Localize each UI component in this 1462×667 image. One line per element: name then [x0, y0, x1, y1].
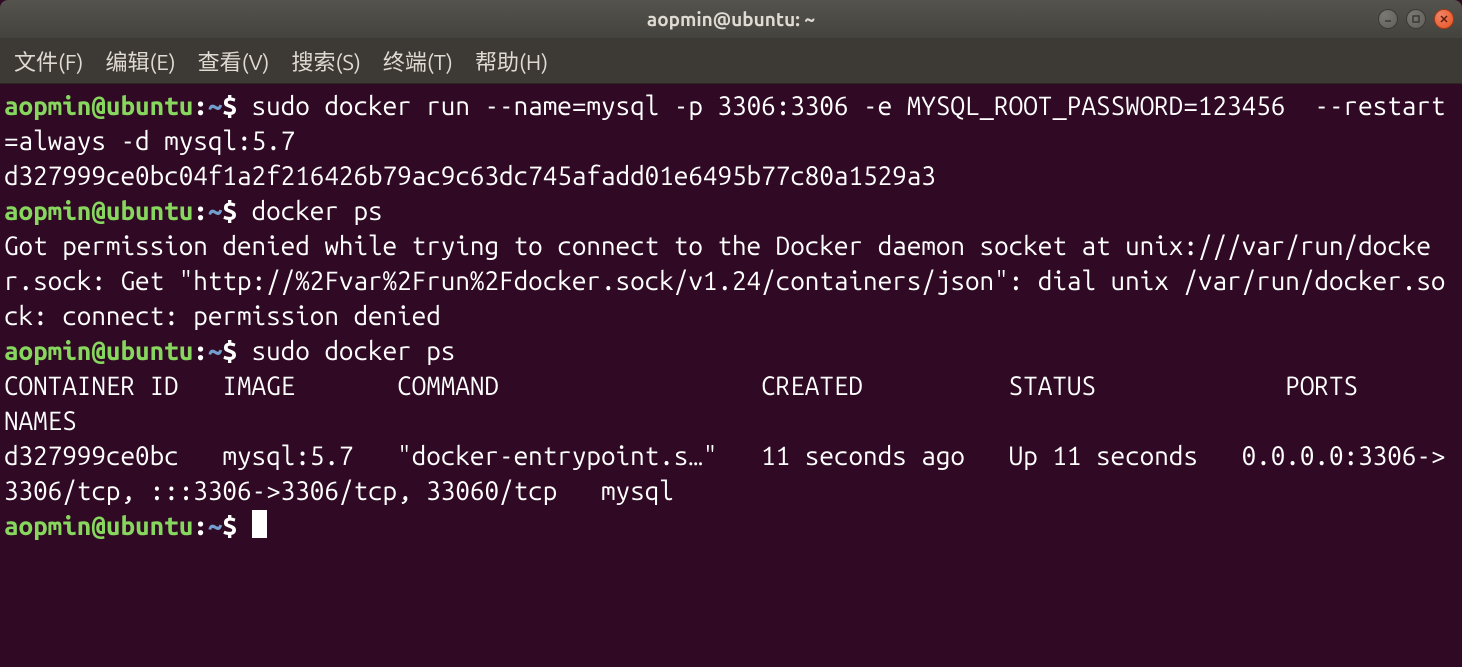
- menu-terminal[interactable]: 终端(T): [383, 45, 453, 77]
- output-table-header: CONTAINER ID IMAGE COMMAND CREATED STATU…: [4, 371, 1462, 435]
- minimize-button[interactable]: [1378, 9, 1398, 29]
- prompt-sep: :: [193, 336, 208, 365]
- titlebar: aopmin@ubuntu: ~: [0, 0, 1462, 38]
- menubar: 文件(F) 编辑(E) 查看(V) 搜索(S) 终端(T) 帮助(H): [0, 38, 1462, 84]
- menu-search[interactable]: 搜索(S): [291, 45, 360, 77]
- close-button[interactable]: [1434, 9, 1454, 29]
- prompt-user: aopmin@ubuntu: [4, 336, 193, 365]
- maximize-icon: [1411, 14, 1421, 24]
- prompt-dollar: $: [222, 511, 237, 540]
- prompt-path: ~: [208, 91, 223, 120]
- prompt-dollar: $: [222, 196, 237, 225]
- output-table-row: d327999ce0bc mysql:5.7 "docker-entrypoin…: [4, 441, 1445, 505]
- prompt-path: ~: [208, 196, 223, 225]
- prompt-sep: :: [193, 511, 208, 540]
- prompt-dollar: $: [222, 336, 237, 365]
- command-3: sudo docker ps: [237, 336, 455, 365]
- cursor: [252, 510, 267, 538]
- prompt-path: ~: [208, 336, 223, 365]
- command-4: [237, 511, 252, 540]
- output-2: Got permission denied while trying to co…: [4, 231, 1445, 330]
- menu-view[interactable]: 查看(V): [198, 45, 270, 77]
- prompt-user: aopmin@ubuntu: [4, 511, 193, 540]
- window-title: aopmin@ubuntu: ~: [647, 8, 815, 30]
- command-2: docker ps: [237, 196, 383, 225]
- maximize-button[interactable]: [1406, 9, 1426, 29]
- prompt-sep: :: [193, 196, 208, 225]
- prompt-path: ~: [208, 511, 223, 540]
- terminal-area[interactable]: aopmin@ubuntu:~$ sudo docker run --name=…: [0, 84, 1462, 667]
- close-icon: [1439, 14, 1449, 24]
- prompt-user: aopmin@ubuntu: [4, 196, 193, 225]
- prompt-user: aopmin@ubuntu: [4, 91, 193, 120]
- prompt-dollar: $: [222, 91, 237, 120]
- minimize-icon: [1383, 14, 1393, 24]
- menu-edit[interactable]: 编辑(E): [105, 45, 175, 77]
- window-controls: [1378, 9, 1454, 29]
- prompt-sep: :: [193, 91, 208, 120]
- menu-file[interactable]: 文件(F): [14, 45, 83, 77]
- output-1: d327999ce0bc04f1a2f216426b79ac9c63dc745a…: [4, 161, 936, 190]
- menu-help[interactable]: 帮助(H): [475, 45, 548, 77]
